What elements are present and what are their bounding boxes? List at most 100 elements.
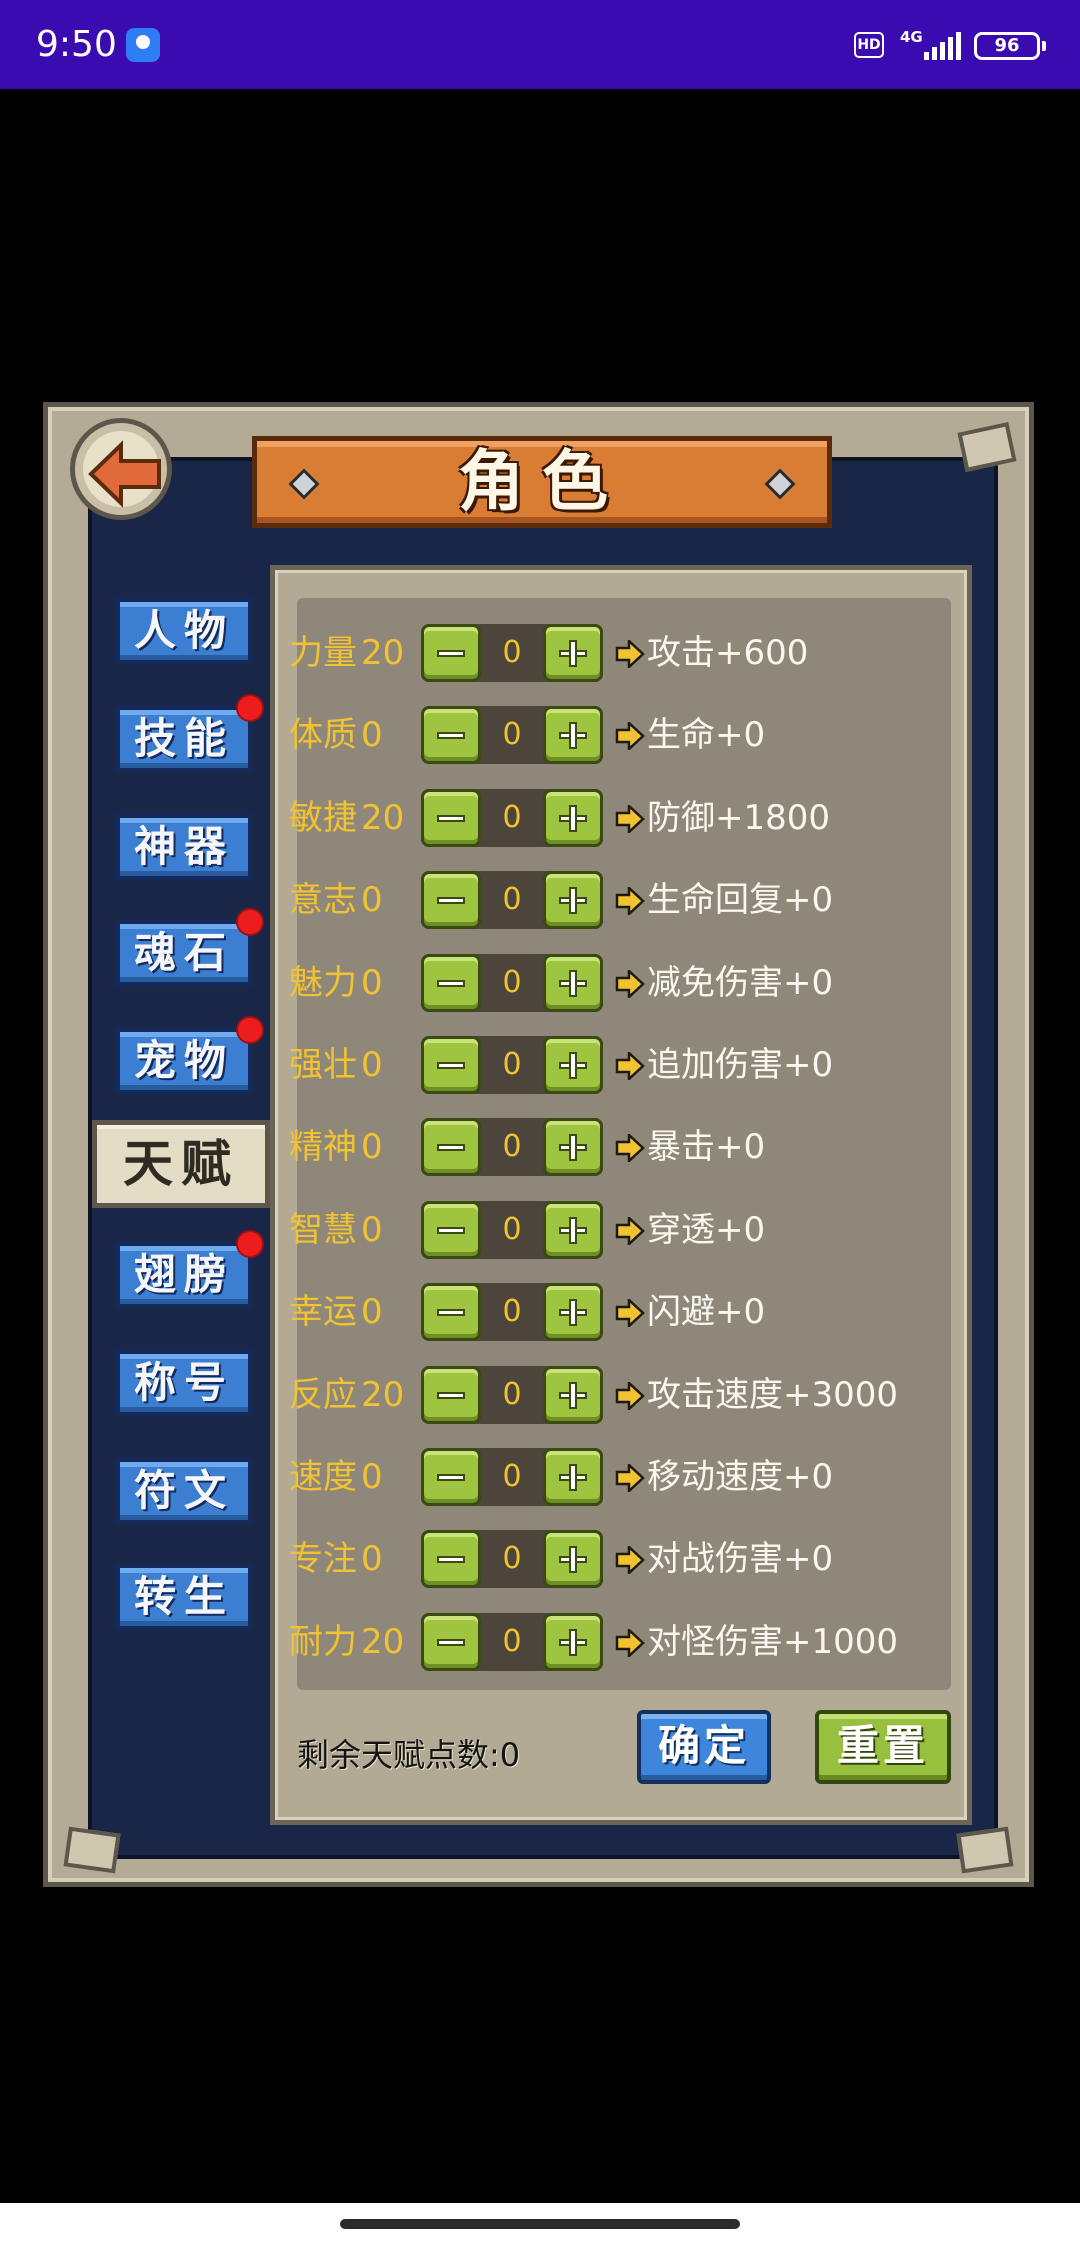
tab-rebirth[interactable]: 转生 [116,1564,252,1630]
increase-button[interactable] [543,1448,603,1506]
tab-title[interactable]: 称号 [116,1350,252,1416]
stat-name: 反应 20 [289,1370,404,1420]
plus-icon-bar [569,1299,577,1327]
stat-row: 敏捷 20 0 防御+1800 [275,783,975,853]
minus-icon [437,1309,465,1317]
increase-button[interactable] [543,706,603,765]
tab-label: 称号 [133,1358,234,1407]
decrease-button[interactable] [421,1118,481,1177]
plus-icon-bar [569,1134,577,1162]
stat-name-text: 意志 [289,880,357,921]
stat-value: 20 [361,1374,405,1415]
minus-icon [437,1226,465,1234]
tab-soulstone[interactable]: 魂石 [116,908,264,986]
home-indicator[interactable] [340,2219,740,2229]
tab-skills[interactable]: 技能 [116,694,264,772]
allocated-points: 0 [502,1459,522,1494]
increase-button[interactable] [543,788,603,847]
stat-value: 0 [361,962,383,1003]
stat-stepper: 0 [421,953,603,1012]
stat-stepper: 0 [421,1530,603,1589]
plus-icon-bar [569,804,577,832]
decrease-button[interactable] [421,706,481,765]
increase-button[interactable] [543,1036,603,1094]
stat-stepper: 0 [421,1365,603,1424]
decrease-button[interactable] [421,788,481,847]
allocated-points: 0 [502,964,522,1000]
arrow-right-icon [615,1379,645,1414]
decrease-button[interactable] [421,1448,481,1506]
minus-icon [437,979,465,987]
confirm-label: 确定 [657,1721,750,1770]
minus-icon [437,1638,465,1646]
plus-icon-bar [569,1052,577,1079]
stat-row: 耐力 20 0 对怪伤害+1000 [275,1607,975,1677]
stat-name-text: 智慧 [289,1209,357,1250]
decrease-button[interactable] [421,871,481,930]
tab-label: 翅膀 [133,1250,234,1299]
increase-button[interactable] [543,1283,603,1342]
minus-icon [437,1062,465,1069]
back-button[interactable] [70,418,172,520]
decrease-button[interactable] [421,1036,481,1094]
increase-button[interactable] [543,1365,603,1424]
allocated-points: 0 [502,1376,522,1412]
increase-button[interactable] [543,1530,603,1589]
arrow-right-icon [615,1214,645,1249]
stat-stepper: 0 [421,871,603,930]
tab-character[interactable]: 人物 [116,598,252,664]
arrow-right-icon [615,1132,645,1166]
reset-button[interactable]: 重置 [815,1710,951,1784]
minus-icon [437,1391,465,1399]
stat-name-text: 专注 [289,1539,357,1580]
tab-wings[interactable]: 翅膀 [116,1230,264,1308]
stat-effect: 追加伤害+0 [647,1045,834,1085]
tab-rune[interactable]: 符文 [116,1458,252,1524]
allocated-points: 0 [502,1294,522,1330]
stat-effect: 生命回复+0 [647,880,834,921]
confirm-button[interactable]: 确定 [637,1710,771,1784]
increase-button[interactable] [543,1200,603,1259]
decrease-button[interactable] [421,1530,481,1589]
notification-badge [236,1016,264,1044]
arrow-right-icon [615,1462,645,1496]
tab-label: 技能 [133,714,234,763]
allocated-points: 0 [502,1623,522,1659]
stat-value: 0 [361,1209,383,1250]
increase-button[interactable] [543,1118,603,1177]
decrease-button[interactable] [421,953,481,1012]
signal-icon [924,32,961,60]
stat-stepper: 0 [421,1200,603,1259]
battery-icon: 96 [974,32,1046,60]
decrease-button[interactable] [421,1283,481,1342]
tab-label: 天赋 [123,1135,239,1193]
plus-icon-bar [569,1464,577,1491]
increase-button[interactable] [543,871,603,930]
allocated-points: 0 [502,882,522,918]
stat-row: 魅力 0 0 减免伤害+0 [275,948,975,1018]
stat-effect: 攻击速度+3000 [647,1374,899,1415]
tab-pet[interactable]: 宠物 [116,1016,264,1094]
stat-effect: 攻击+600 [647,633,809,673]
stat-row: 力量 20 0 攻击+600 [275,618,975,688]
stat-effect: 对战伤害+0 [647,1539,834,1580]
network-type-label: 4G [900,28,923,46]
tab-artifact[interactable]: 神器 [116,814,252,880]
stat-value: 20 [361,633,405,673]
hd-icon: HD [854,32,884,58]
stat-row: 专注 0 0 对战伤害+0 [275,1524,975,1594]
increase-button[interactable] [543,953,603,1012]
plus-icon-bar [569,887,577,915]
decrease-button[interactable] [421,1612,481,1671]
tab-label: 魂石 [133,928,234,977]
decrease-button[interactable] [421,1365,481,1424]
decrease-button[interactable] [421,624,481,682]
allocated-points: 0 [502,1129,522,1165]
notification-badge [236,694,264,722]
arrow-right-icon [615,885,645,919]
tab-talent[interactable]: 天赋 [92,1120,270,1208]
decrease-button[interactable] [421,1200,481,1259]
talent-content: 力量 20 0 攻击+600 体质 0 0 生命+0 敏捷 20 0 防御+1800 意志 0 0 生命回复+… [270,565,972,1825]
increase-button[interactable] [543,1612,603,1671]
increase-button[interactable] [543,624,603,682]
